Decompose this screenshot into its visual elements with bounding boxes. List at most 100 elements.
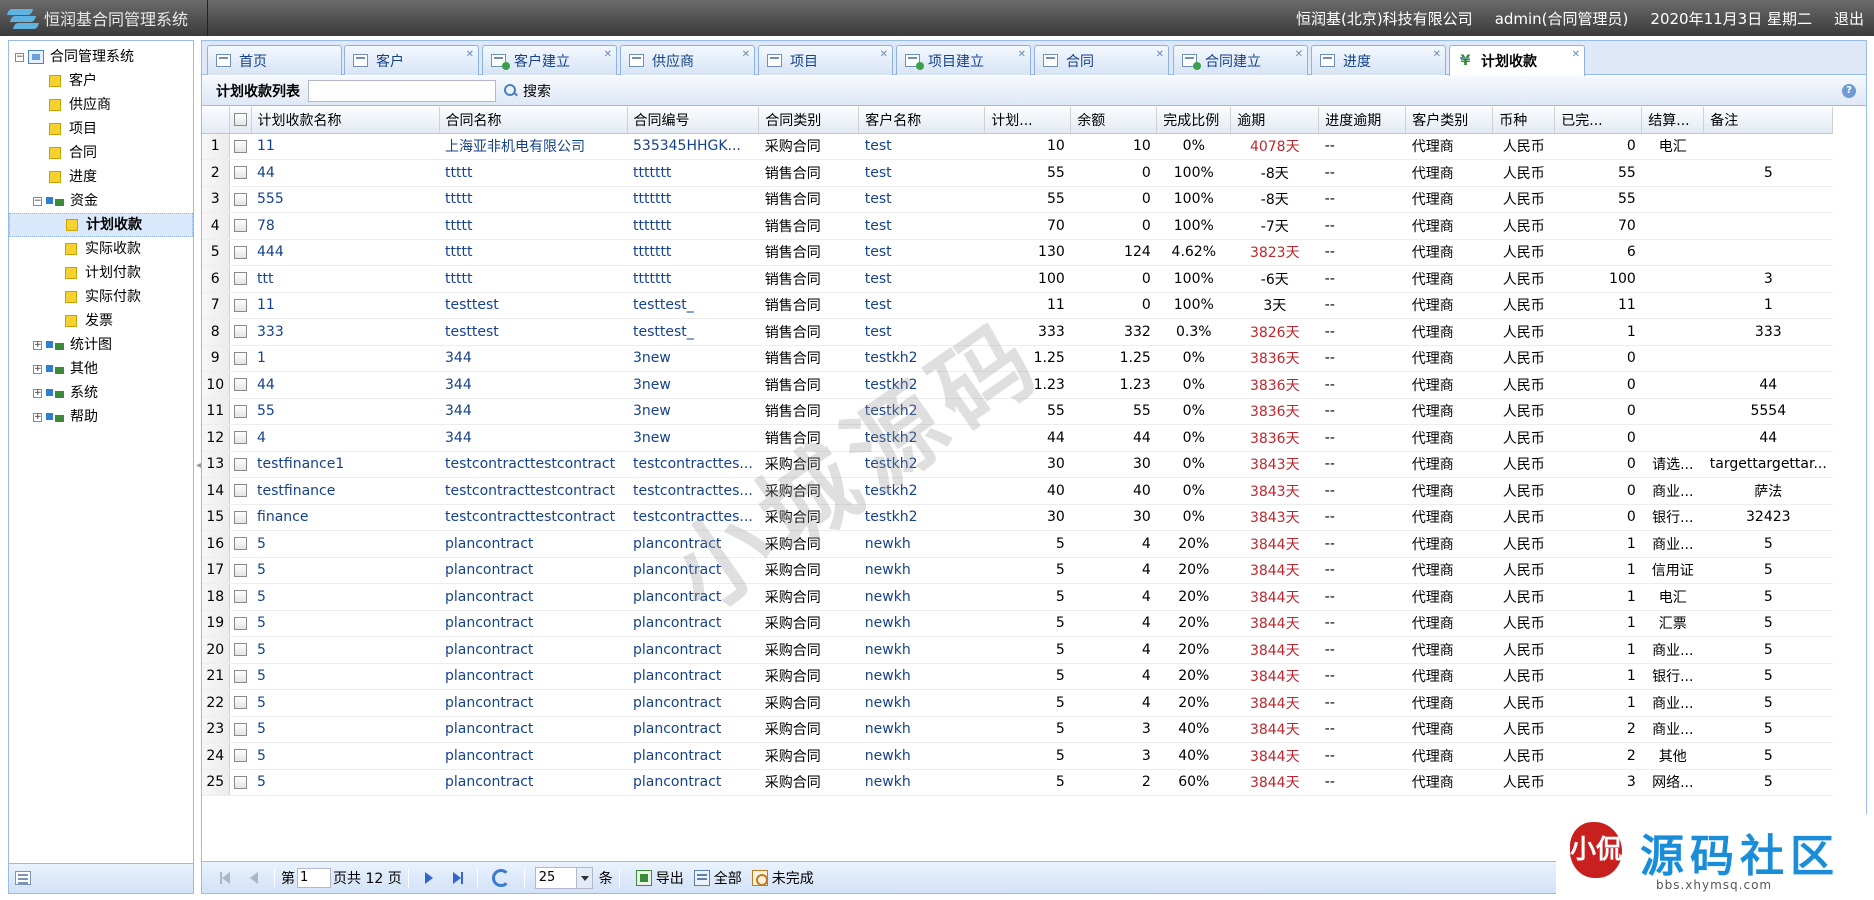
table-row[interactable]: 12 4 344 3new 销售合同 testkh2 44 44 0% 3836天 -- 代理商 人民币… <box>202 424 1833 452</box>
tree-item[interactable]: 客户 <box>9 69 193 93</box>
grid-cell[interactable]: 44 <box>251 371 439 399</box>
column-header[interactable]: 备注 <box>1703 107 1834 134</box>
help-icon[interactable]: ? <box>1842 84 1856 98</box>
tree-item[interactable]: 进度 <box>9 165 193 189</box>
grid-cell[interactable]: finance <box>251 504 439 531</box>
search-button[interactable]: 搜索 <box>504 81 551 101</box>
column-header[interactable]: 已完... <box>1554 107 1643 134</box>
tab-item[interactable]: 项目 ✕ <box>758 45 893 75</box>
row-checkbox[interactable] <box>229 398 251 425</box>
table-row[interactable]: 25 5 plancontract plancontract 采购合同 newkh 5 2 60… <box>202 769 1833 796</box>
grid-cell[interactable]: 5 <box>251 742 439 770</box>
row-checkbox[interactable] <box>229 371 251 399</box>
column-header[interactable]: 结算... <box>1641 107 1705 134</box>
row-checkbox[interactable] <box>229 159 251 187</box>
tab-item[interactable]: 项目建立 ✕ <box>896 45 1031 75</box>
tree-item[interactable]: 项目 <box>9 117 193 141</box>
table-row[interactable]: 21 5 plancontract plancontract 采购合同 newkh 5 4 20… <box>202 663 1833 690</box>
row-checkbox[interactable] <box>229 318 251 346</box>
tree-item[interactable]: 计划收款 <box>9 213 193 237</box>
table-row[interactable]: 11 55 344 3new 销售合同 testkh2 55 55 0% 3836天 -- 代理商 人民… <box>202 398 1833 425</box>
tree-item[interactable]: 供应商 <box>9 93 193 117</box>
grid-cell[interactable]: 78 <box>251 212 439 240</box>
tab-item[interactable]: 首页 <box>207 45 342 75</box>
column-header[interactable]: 合同名称 <box>439 107 628 134</box>
table-row[interactable]: 3 555 ttttt ttttttt 销售合同 test 55 0 100% -8天 -- 代理商人… <box>202 186 1833 213</box>
column-header[interactable]: 完成比例 <box>1156 107 1232 134</box>
tree-item[interactable]: + 帮助 <box>9 405 193 429</box>
table-row[interactable]: 23 5 plancontract plancontract 采购合同 newkh 5 3 40… <box>202 716 1833 743</box>
tree-item[interactable]: + 系统 <box>9 381 193 405</box>
grid-cell[interactable]: testfinance1 <box>251 451 439 478</box>
column-header[interactable]: 币种 <box>1492 107 1556 134</box>
column-header[interactable]: 客户类别 <box>1405 107 1494 134</box>
tab-item[interactable]: ¥ 计划收款 ✕ <box>1449 45 1585 76</box>
tree-item[interactable]: 实际付款 <box>9 285 193 309</box>
expand-toggle-icon[interactable]: + <box>33 340 42 350</box>
grid-cell[interactable]: 55 <box>251 398 439 425</box>
incomplete-button[interactable]: 未完成 <box>751 868 814 888</box>
table-row[interactable]: 9 1 344 3new 销售合同 testkh2 1.25 1.25 0% 3836天 -- 代理商… <box>202 345 1833 372</box>
logout-link[interactable]: 退出 <box>1834 8 1864 29</box>
row-checkbox[interactable] <box>229 583 251 611</box>
search-input[interactable] <box>308 79 496 102</box>
grid-cell[interactable]: 11 <box>251 133 439 160</box>
column-header[interactable]: 合同类别 <box>758 107 860 134</box>
collapse-toggle-icon[interactable]: − <box>15 52 24 62</box>
table-row[interactable]: 18 5 plancontract plancontract 采购合同 newkh 5 4 20… <box>202 583 1833 611</box>
grid-cell[interactable]: ttt <box>251 265 439 293</box>
grid-cell[interactable]: 5 <box>251 663 439 690</box>
table-row[interactable]: 7 11 testtest testtest_ 销售合同 test 11 0 100% 3天 -- 代… <box>202 292 1833 319</box>
show-all-button[interactable]: 全部 <box>693 868 742 888</box>
table-row[interactable]: 24 5 plancontract plancontract 采购合同 newkh 5 3 40… <box>202 742 1833 770</box>
row-checkbox[interactable] <box>229 689 251 717</box>
grid-cell[interactable]: 5 <box>251 636 439 664</box>
splitter-handle[interactable]: ◂ <box>196 460 201 480</box>
grid-cell[interactable]: 5 <box>251 530 439 558</box>
table-row[interactable]: 8 333 testtest testtest_ 销售合同 test 333 332 0.3% 3… <box>202 318 1833 346</box>
row-checkbox[interactable] <box>229 530 251 558</box>
row-checkbox[interactable] <box>229 557 251 584</box>
close-icon[interactable]: ✕ <box>466 49 474 60</box>
table-row[interactable]: 10 44 344 3new 销售合同 testkh2 1.23 1.23 0% 3836天 -- 代… <box>202 371 1833 399</box>
close-icon[interactable]: ✕ <box>604 49 612 60</box>
collapse-toggle-icon[interactable]: − <box>33 196 42 206</box>
row-checkbox[interactable] <box>229 292 251 319</box>
row-checkbox[interactable] <box>229 477 251 505</box>
grid-cell[interactable]: 1 <box>251 345 439 372</box>
grid-cell[interactable]: 44 <box>251 159 439 187</box>
column-header[interactable]: 计划收款名称 <box>251 107 440 134</box>
grid-cell[interactable]: 5 <box>251 769 439 796</box>
grid-cell[interactable]: 5 <box>251 583 439 611</box>
row-checkbox[interactable] <box>229 636 251 664</box>
grid-cell[interactable]: 5 <box>251 610 439 637</box>
close-icon[interactable]: ✕ <box>742 49 750 60</box>
grid-cell[interactable]: 4 <box>251 424 439 452</box>
tab-item[interactable]: 进度 ✕ <box>1311 45 1446 75</box>
list-icon[interactable] <box>15 871 31 885</box>
table-row[interactable]: 22 5 plancontract plancontract 采购合同 newkh 5 4 20… <box>202 689 1833 717</box>
export-button[interactable]: 导出 <box>635 868 684 888</box>
grid-cell[interactable]: 555 <box>251 186 439 213</box>
table-row[interactable]: 13 testfinance1 testcontracttestcontract te… <box>202 451 1833 478</box>
row-checkbox[interactable] <box>229 424 251 452</box>
table-row[interactable]: 14 testfinance testcontracttestcontract tes… <box>202 477 1833 505</box>
row-checkbox[interactable] <box>229 769 251 796</box>
table-row[interactable]: 17 5 plancontract plancontract 采购合同 newkh 5 4 20… <box>202 557 1833 584</box>
close-icon[interactable]: ✕ <box>1156 49 1164 60</box>
row-checkbox[interactable] <box>229 133 251 160</box>
close-icon[interactable]: ✕ <box>880 49 888 60</box>
row-checkbox[interactable] <box>229 212 251 240</box>
tree-item[interactable]: + 统计图 <box>9 333 193 357</box>
tree-item[interactable]: 计划付款 <box>9 261 193 285</box>
tab-item[interactable]: 合同 ✕ <box>1034 45 1169 75</box>
row-checkbox[interactable] <box>229 716 251 743</box>
tab-item[interactable]: 客户建立 ✕ <box>482 45 617 75</box>
grid-cell[interactable]: 5 <box>251 689 439 717</box>
tree-root[interactable]: − 合同管理系统 <box>9 45 193 69</box>
table-row[interactable]: 15 finance testcontracttestcontract testcon… <box>202 504 1833 531</box>
row-checkbox[interactable] <box>229 451 251 478</box>
table-row[interactable]: 16 5 plancontract plancontract 采购合同 newkh 5 4 20… <box>202 530 1833 558</box>
table-row[interactable]: 1 11 上海亚非机电有限公司 535345HHGK... 采购合同 test 10 10 0%… <box>202 133 1833 160</box>
table-row[interactable]: 6 ttt ttttt ttttttt 销售合同 test 100 0 100% -6天 -- 代理商… <box>202 265 1833 293</box>
